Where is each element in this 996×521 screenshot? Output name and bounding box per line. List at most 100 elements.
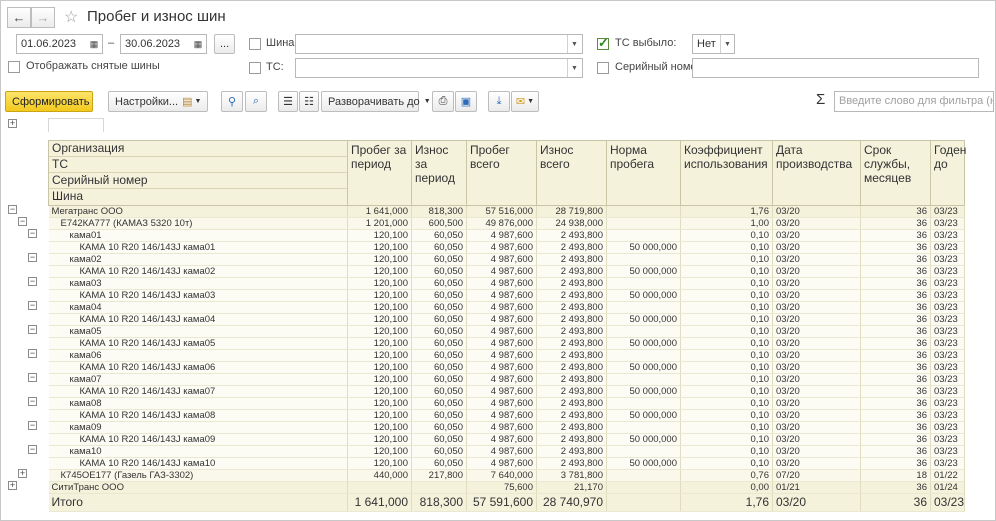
- column-header[interactable]: Износ всего: [536, 140, 607, 206]
- total-row[interactable]: Итого 1 641,000 818,300 57 591,600 28 740,97…: [48, 493, 965, 512]
- table-row[interactable]: КАМА 10 R20 146/143J кама02 120,100 60,050…: [48, 265, 965, 278]
- page-title: Пробег и износ шин: [87, 8, 226, 25]
- retired-dropdown-icon[interactable]: ▼: [720, 35, 734, 53]
- table-row[interactable]: КАМА 10 R20 146/143J кама05 120,100 60,050…: [48, 337, 965, 350]
- table-row[interactable]: К745ОЕ177 (Газель ГАЗ-3302) 440,000 217,80…: [48, 469, 965, 482]
- table-cell: 1 641,000: [347, 493, 412, 512]
- table-row[interactable]: КАМА 10 R20 146/143J кама07 120,100 60,050…: [48, 385, 965, 398]
- vehicle-filter-checkbox[interactable]: [249, 62, 261, 74]
- print-button[interactable]: ⎙: [432, 91, 454, 112]
- row-name: КАМА 10 R20 146/143J кама07: [48, 385, 348, 398]
- table-cell: 818,300: [411, 493, 467, 512]
- table-row[interactable]: кама08 120,100 60,050 4 987,600 2 493,800 0,1…: [48, 397, 965, 410]
- table-cell: 0,10: [680, 337, 773, 350]
- column-header[interactable]: Пробег за период: [347, 140, 412, 206]
- table-row[interactable]: СитиТранс ООО 75,600 21,170 0,00 01/21 36 01/2…: [48, 481, 965, 494]
- table-row[interactable]: КАМА 10 R20 146/143J кама08 120,100 60,050…: [48, 409, 965, 422]
- table-row[interactable]: КАМА 10 R20 146/143J кама06 120,100 60,050…: [48, 361, 965, 374]
- serial-filter-checkbox[interactable]: [597, 62, 609, 74]
- collapse-row-icon[interactable]: −: [28, 253, 37, 262]
- calendar-icon[interactable]: ▦: [190, 35, 206, 53]
- tire-filter-checkbox[interactable]: [249, 38, 261, 50]
- table-row[interactable]: кама07 120,100 60,050 4 987,600 2 493,800 0,1…: [48, 373, 965, 386]
- table-row[interactable]: кама02 120,100 60,050 4 987,600 2 493,800 0,1…: [48, 253, 965, 266]
- vehicle-field[interactable]: [295, 58, 583, 78]
- filter-search-input[interactable]: Введите слово для фильтра (названи: [834, 91, 994, 112]
- table-row[interactable]: кама01 120,100 60,050 4 987,600 2 493,800 0,1…: [48, 229, 965, 242]
- table-cell: 36: [860, 361, 931, 374]
- column-header[interactable]: Коэффициент использования: [680, 140, 773, 206]
- tire-field[interactable]: [295, 34, 583, 54]
- period-select-button[interactable]: ...: [214, 34, 236, 54]
- table-row[interactable]: Е742КА777 (КАМАЗ 5320 10т) 1 201,000 600,5…: [48, 217, 965, 230]
- column-header[interactable]: Дата производства: [772, 140, 861, 206]
- search-button[interactable]: ⚲: [221, 91, 243, 112]
- collapse-row-icon[interactable]: −: [28, 421, 37, 430]
- collapse-row-icon[interactable]: −: [28, 445, 37, 454]
- column-header[interactable]: Пробег всего: [466, 140, 537, 206]
- table-cell: 36: [860, 313, 931, 326]
- table-row[interactable]: кама04 120,100 60,050 4 987,600 2 493,800 0,1…: [48, 301, 965, 314]
- collapse-row-icon[interactable]: −: [28, 373, 37, 382]
- back-button[interactable]: ←: [7, 7, 31, 28]
- table-cell: 2 493,800: [536, 277, 607, 290]
- show-removed-checkbox[interactable]: [8, 61, 20, 73]
- column-header[interactable]: Срок службы, месяцев: [860, 140, 931, 206]
- forward-button[interactable]: →: [31, 7, 55, 28]
- row-name: КАМА 10 R20 146/143J кама04: [48, 313, 348, 326]
- table-row[interactable]: кама06 120,100 60,050 4 987,600 2 493,800 0,1…: [48, 349, 965, 362]
- expand-to-button[interactable]: Разворачивать до ▼: [321, 91, 431, 112]
- collapse-row-icon[interactable]: −: [28, 277, 37, 286]
- collapse-row-icon[interactable]: −: [28, 325, 37, 334]
- table-row[interactable]: кама03 120,100 60,050 4 987,600 2 493,800 0,1…: [48, 277, 965, 290]
- table-cell: 2 493,800: [536, 229, 607, 242]
- table-cell: 120,100: [347, 277, 412, 290]
- expand-all-icon[interactable]: +: [8, 119, 17, 128]
- date-from-value: 01.06.2023: [21, 38, 77, 50]
- column-header[interactable]: Годен до: [930, 140, 966, 206]
- column-header[interactable]: Износ за период: [411, 140, 467, 206]
- table-row[interactable]: КАМА 10 R20 146/143J кама01 120,100 60,050…: [48, 241, 965, 254]
- table-cell: [606, 397, 681, 410]
- table-cell: 2 493,800: [536, 373, 607, 386]
- calendar-icon[interactable]: ▦: [86, 35, 102, 53]
- send-email-button[interactable]: ✉ ▼: [511, 91, 539, 112]
- preview-button[interactable]: ▣: [455, 91, 477, 112]
- column-header[interactable]: Норма пробега: [606, 140, 681, 206]
- save-button[interactable]: ⤓: [488, 91, 510, 112]
- serial-field[interactable]: [692, 58, 979, 78]
- tire-dropdown-icon[interactable]: ▼: [567, 35, 581, 53]
- expand-groups-button[interactable]: ☷: [299, 91, 319, 112]
- collapse-row-icon[interactable]: −: [28, 349, 37, 358]
- collapse-groups-button[interactable]: ☰: [278, 91, 298, 112]
- table-row[interactable]: кама10 120,100 60,050 4 987,600 2 493,800 0,1…: [48, 445, 965, 458]
- table-cell: 60,050: [411, 337, 467, 350]
- table-cell: 120,100: [347, 241, 412, 254]
- table-row[interactable]: кама09 120,100 60,050 4 987,600 2 493,800 0,1…: [48, 421, 965, 434]
- table-row[interactable]: КАМА 10 R20 146/143J кама04 120,100 60,050…: [48, 313, 965, 326]
- table-cell: 03/23: [930, 433, 965, 446]
- table-cell: [606, 421, 681, 434]
- table-row[interactable]: КАМА 10 R20 146/143J кама03 120,100 60,050…: [48, 289, 965, 302]
- generate-button[interactable]: Сформировать: [5, 91, 93, 112]
- retired-checkbox[interactable]: [597, 35, 609, 51]
- table-cell: 818,300: [411, 205, 467, 218]
- expand-row-icon[interactable]: +: [8, 481, 17, 490]
- table-cell: 03/20: [772, 217, 861, 230]
- collapse-row-icon[interactable]: +: [18, 469, 27, 478]
- favorite-star-icon[interactable]: ☆: [64, 7, 78, 27]
- table-row[interactable]: кама05 120,100 60,050 4 987,600 2 493,800 0,1…: [48, 325, 965, 338]
- table-row[interactable]: Мегатранс ООО 1 641,000 818,300 57 516,000 2…: [48, 205, 965, 218]
- cancel-search-button[interactable]: ⌕: [245, 91, 267, 112]
- sum-icon[interactable]: Σ: [816, 91, 825, 108]
- table-row[interactable]: КАМА 10 R20 146/143J кама10 120,100 60,050…: [48, 457, 965, 470]
- collapse-row-icon[interactable]: −: [28, 301, 37, 310]
- settings-button[interactable]: Настройки... ▤ ▼: [108, 91, 208, 112]
- collapse-row-icon[interactable]: −: [28, 397, 37, 406]
- collapse-row-icon[interactable]: −: [8, 205, 17, 214]
- collapse-row-icon[interactable]: −: [18, 217, 27, 226]
- table-cell: 57 591,600: [466, 493, 537, 512]
- table-row[interactable]: КАМА 10 R20 146/143J кама09 120,100 60,050…: [48, 433, 965, 446]
- collapse-row-icon[interactable]: −: [28, 229, 37, 238]
- vehicle-dropdown-icon[interactable]: ▼: [567, 59, 581, 77]
